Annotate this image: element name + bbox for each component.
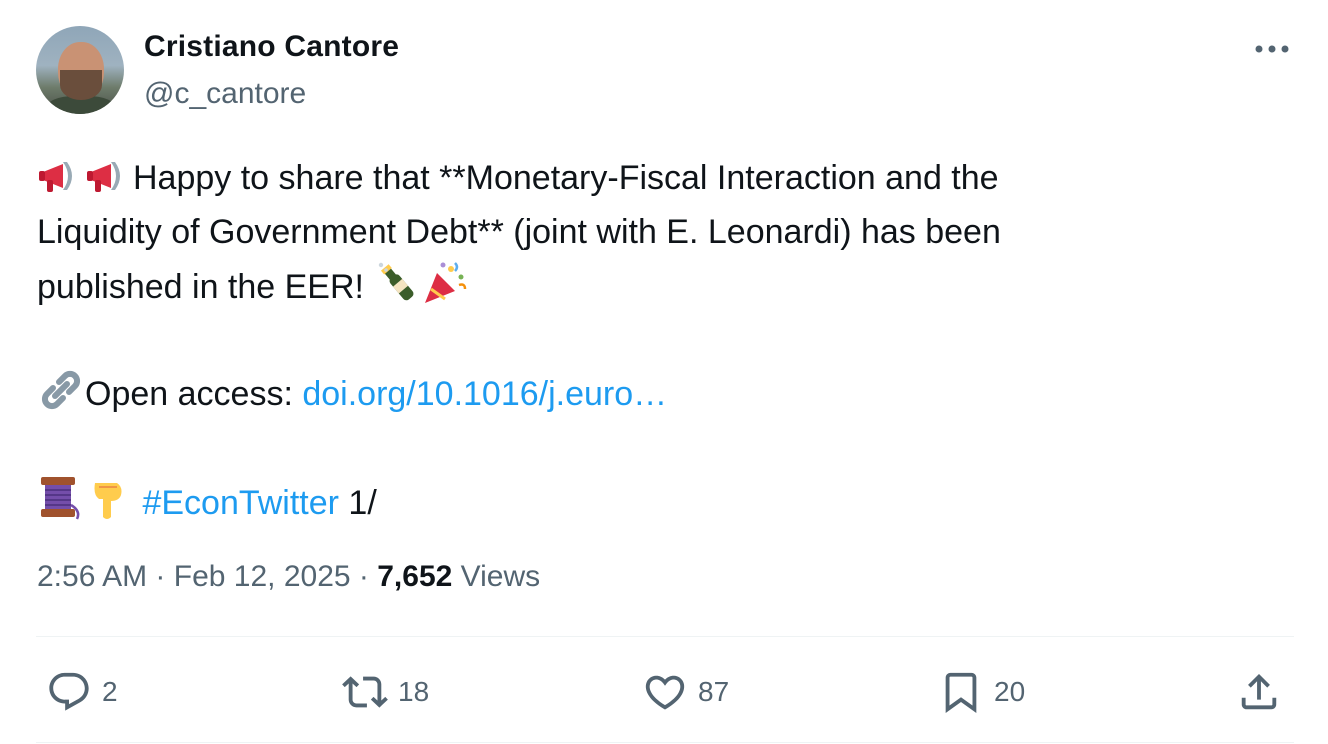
views-count: 7,652: [377, 560, 453, 593]
thread-marker: 1/: [338, 484, 377, 522]
reply-button[interactable]: 2: [46, 664, 118, 720]
megaphone-icon: [87, 162, 120, 192]
open-access-label: Open access:: [85, 375, 303, 413]
heart-icon: [645, 675, 685, 710]
tweet-date[interactable]: Feb 12, 2025: [174, 560, 351, 593]
tweet-line-1: Happy to share that **Monetary-Fiscal In…: [37, 152, 1287, 206]
tweet-line-open-access: Open access: doi.org/10.1016/j.euro…: [37, 368, 1287, 422]
megaphone-icon: [39, 162, 72, 192]
tweet-body: Happy to share that **Monetary-Fiscal In…: [37, 152, 1287, 531]
tweet-text-line-3: published in the EER!: [37, 268, 374, 306]
more-dots-icon: [1255, 45, 1289, 53]
tweet-time[interactable]: 2:56 AM: [37, 560, 147, 593]
bookmark-button[interactable]: 20: [938, 664, 1025, 720]
action-bar: 2 18 87 20: [0, 664, 1328, 720]
author-display-name[interactable]: Cristiano Cantore: [144, 30, 399, 64]
tweet-text-line-2: Liquidity of Government Debt** (joint wi…: [37, 212, 1001, 251]
repost-count: 18: [398, 676, 430, 707]
tweet-line-hashtag: #EconTwitter 1/: [37, 475, 1287, 531]
avatar-beard: [60, 70, 102, 100]
reply-icon: [49, 672, 89, 711]
champagne-icon: [379, 262, 414, 301]
tweet-line-3: published in the EER!: [37, 259, 1287, 315]
bookmark-icon: [945, 672, 977, 713]
repost-button[interactable]: 18: [342, 664, 429, 720]
link-icon: [41, 370, 81, 410]
thread-spool-icon: [41, 477, 80, 520]
like-count: 87: [698, 676, 730, 707]
divider: [36, 742, 1294, 743]
share-icon: [1241, 673, 1277, 710]
author-avatar[interactable]: [36, 26, 124, 114]
bookmark-count: 20: [994, 676, 1026, 707]
views-label: Views: [452, 560, 541, 593]
tweet-metadata: 2:56 AM · Feb 12, 2025 · 7,652 Views: [37, 560, 540, 594]
econtwitter-hashtag[interactable]: #EconTwitter: [142, 484, 339, 522]
tweet-line-2: Liquidity of Government Debt** (joint wi…: [37, 206, 1287, 260]
reply-count: 2: [102, 676, 118, 707]
meta-separator: ·: [350, 560, 378, 593]
pointing-down-icon: [94, 483, 122, 519]
tweet-text-line-1: Happy to share that **Monetary-Fiscal In…: [133, 159, 999, 197]
repost-icon: [342, 676, 388, 708]
party-popper-icon: [425, 262, 467, 303]
meta-separator: ·: [147, 560, 174, 593]
more-options-button[interactable]: [1250, 34, 1294, 64]
author-handle[interactable]: @c_cantore: [144, 77, 306, 111]
like-button[interactable]: 87: [642, 664, 729, 720]
doi-link[interactable]: doi.org/10.1016/j.euro…: [302, 375, 667, 413]
share-button[interactable]: [1236, 664, 1282, 720]
divider: [36, 636, 1294, 637]
